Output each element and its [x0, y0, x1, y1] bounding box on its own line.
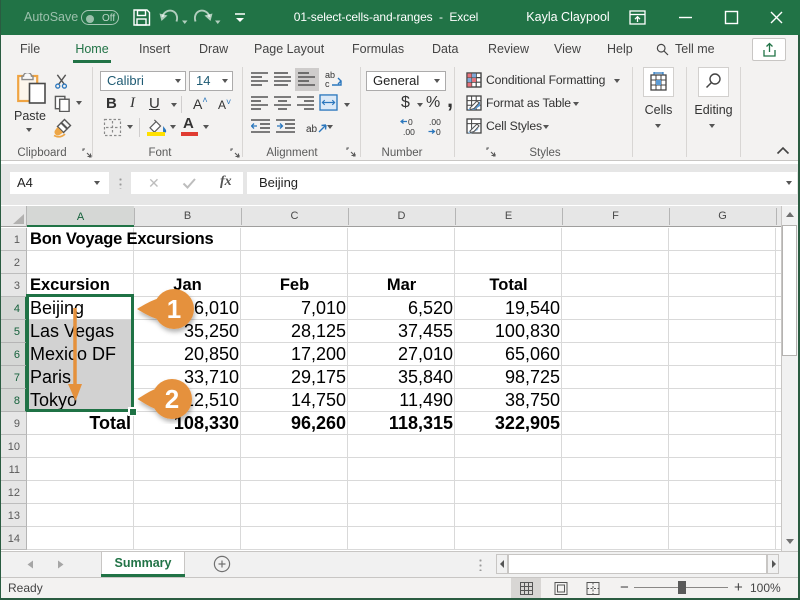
svg-text:c: c	[325, 79, 330, 88]
svg-text:0: 0	[408, 117, 413, 127]
svg-text:2: 2	[165, 384, 179, 414]
svg-text:0: 0	[436, 127, 441, 137]
svg-text:.00: .00	[429, 117, 441, 127]
svg-text:.00: .00	[403, 127, 415, 137]
svg-text:ab: ab	[306, 124, 318, 135]
svg-text:1: 1	[167, 294, 181, 324]
